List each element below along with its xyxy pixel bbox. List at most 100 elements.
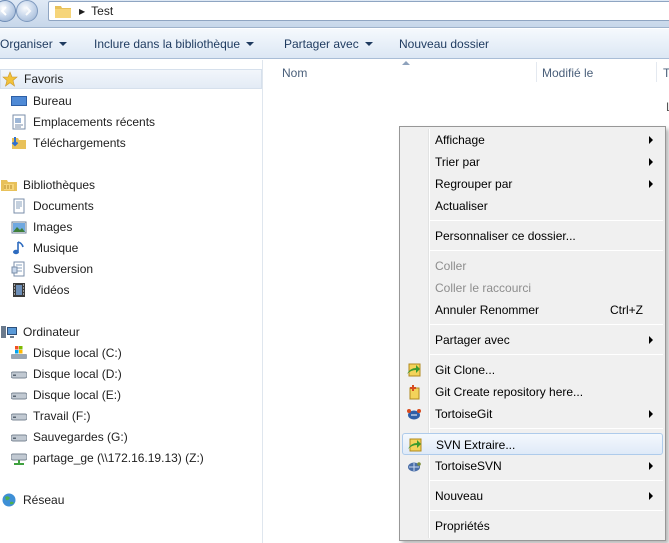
- network-drive-icon: [11, 453, 27, 465]
- organiser-label: Organiser: [0, 37, 53, 51]
- nav-item-subversion[interactable]: Subversion: [0, 259, 262, 279]
- menu-item-label: Coller le raccourci: [435, 281, 532, 295]
- menu-separator: [430, 428, 663, 429]
- forward-button[interactable]: [16, 0, 38, 22]
- nav-item-bibliotheques[interactable]: Bibliothèques: [0, 175, 262, 195]
- menu-separator: [430, 510, 663, 511]
- menu-item-annuler-renommer[interactable]: Annuler Renommer Ctrl+Z: [402, 299, 663, 321]
- menu-item-label: TortoiseSVN: [435, 459, 502, 473]
- nav-label: Réseau: [23, 493, 65, 507]
- menu-item-label: Trier par: [435, 155, 480, 169]
- menu-item-trier-par[interactable]: Trier par: [402, 151, 663, 173]
- menu-item-affichage[interactable]: Affichage: [402, 129, 663, 151]
- star-icon: [2, 71, 18, 87]
- menu-item-tortoisesvn[interactable]: TortoiseSVN: [402, 455, 663, 477]
- column-header-modified[interactable]: Modifié le: [542, 66, 593, 80]
- nav-item-sauvegardes[interactable]: Sauvegardes (G:): [0, 427, 262, 447]
- share-with-button[interactable]: Partager avec: [284, 37, 373, 51]
- menu-item-tortoisegit[interactable]: TortoiseGit: [402, 403, 663, 425]
- menu-item-personnaliser[interactable]: Personnaliser ce dossier...: [402, 225, 663, 247]
- menu-item-svn-extraire[interactable]: SVN Extraire...: [402, 433, 663, 455]
- menu-item-regrouper-par[interactable]: Regrouper par: [402, 173, 663, 195]
- nav-label: Emplacements récents: [33, 115, 156, 129]
- git-clone-icon: [407, 363, 421, 377]
- column-header-row: Nom Modifié le T: [264, 60, 669, 84]
- menu-item-label: Annuler Renommer: [435, 303, 540, 317]
- nav-item-favoris[interactable]: Favoris: [0, 69, 262, 89]
- nav-item-videos[interactable]: Vidéos: [0, 280, 262, 300]
- organiser-button[interactable]: Organiser: [0, 37, 67, 51]
- menu-item-git-create-repo[interactable]: Git Create repository here...: [402, 381, 663, 403]
- nav-label: Disque local (E:): [33, 388, 122, 402]
- nav-label: Bureau: [33, 94, 72, 108]
- menu-item-label: SVN Extraire...: [436, 438, 516, 452]
- column-divider[interactable]: [656, 62, 657, 82]
- menu-item-nouveau[interactable]: Nouveau: [402, 485, 663, 507]
- address-path-box[interactable]: ▶ Test: [48, 1, 669, 21]
- menu-item-shortcut: Ctrl+Z: [610, 303, 643, 317]
- menu-separator: [430, 250, 663, 251]
- nav-label: Téléchargements: [33, 136, 126, 150]
- menu-item-label: Actualiser: [435, 199, 488, 213]
- nav-item-bureau[interactable]: Bureau: [0, 91, 262, 111]
- column-header-type[interactable]: T: [663, 66, 669, 80]
- nav-item-documents[interactable]: Documents: [0, 196, 262, 216]
- nav-item-disque-e[interactable]: Disque local (E:): [0, 385, 262, 405]
- nav-item-partage-ge[interactable]: partage_ge (\\172.16.19.13) (Z:): [0, 448, 262, 468]
- new-folder-button[interactable]: Nouveau dossier: [399, 37, 489, 51]
- address-bar: ▶ Test: [0, 0, 669, 28]
- menu-item-label: Propriétés: [435, 519, 490, 533]
- nav-item-disque-c[interactable]: Disque local (C:): [0, 343, 262, 363]
- submenu-arrow-icon: [649, 410, 653, 418]
- nav-item-ordinateur[interactable]: Ordinateur: [0, 322, 262, 342]
- navigation-pane: Favoris Bureau Emplacements récents Télé…: [0, 60, 263, 543]
- hard-drive-icon: [11, 413, 27, 421]
- menu-item-proprietes[interactable]: Propriétés: [402, 515, 663, 537]
- hard-drive-icon: [11, 392, 27, 400]
- tortoisesvn-icon: [408, 462, 421, 472]
- back-button[interactable]: [0, 0, 16, 22]
- menu-item-label: Partager avec: [435, 333, 510, 347]
- menu-item-label: TortoiseGit: [435, 407, 493, 421]
- nav-item-images[interactable]: Images: [0, 217, 262, 237]
- column-divider[interactable]: [536, 62, 537, 82]
- nav-label: Sauvegardes (G:): [33, 430, 128, 444]
- nav-label: Subversion: [33, 262, 94, 276]
- menu-separator: [430, 220, 663, 221]
- include-library-button[interactable]: Inclure dans la bibliothèque: [94, 37, 255, 51]
- tortoisegit-icon: [407, 409, 421, 420]
- menu-item-git-clone[interactable]: Git Clone...: [402, 359, 663, 381]
- include-library-label: Inclure dans la bibliothèque: [94, 37, 241, 51]
- nav-item-emplacements-recents[interactable]: Emplacements récents: [0, 112, 262, 132]
- breadcrumb-current[interactable]: Test: [91, 4, 113, 18]
- nav-item-reseau[interactable]: Réseau: [0, 490, 262, 510]
- menu-item-label: Personnaliser ce dossier...: [435, 229, 576, 243]
- menu-item-partager-avec[interactable]: Partager avec: [402, 329, 663, 351]
- menu-separator: [430, 354, 663, 355]
- menu-item-actualiser[interactable]: Actualiser: [402, 195, 663, 217]
- libraries-icon: [1, 180, 17, 191]
- hard-drive-icon: [11, 434, 27, 442]
- nav-item-telechargements[interactable]: Téléchargements: [0, 133, 262, 153]
- nav-item-disque-d[interactable]: Disque local (D:): [0, 364, 262, 384]
- svn-checkout-icon: [408, 438, 422, 452]
- nav-label: partage_ge (\\172.16.19.13) (Z:): [33, 451, 204, 465]
- menu-separator: [430, 324, 663, 325]
- menu-separator: [430, 480, 663, 481]
- images-icon: [11, 221, 27, 234]
- nav-item-musique[interactable]: Musique: [0, 238, 262, 258]
- nav-label: Images: [33, 220, 73, 234]
- git-create-repo-icon: [409, 385, 420, 400]
- nav-item-travail[interactable]: Travail (F:): [0, 406, 262, 426]
- computer-icon: [1, 326, 17, 338]
- desktop-icon: [11, 96, 27, 106]
- library-document-icon: [11, 261, 25, 277]
- menu-item-coller-raccourci: Coller le raccourci: [402, 277, 663, 299]
- column-header-name[interactable]: Nom: [282, 66, 307, 80]
- chevron-right-icon[interactable]: ▶: [79, 7, 85, 16]
- share-with-label: Partager avec: [284, 37, 359, 51]
- folder-icon: [55, 5, 71, 18]
- menu-item-label: Coller: [435, 259, 467, 273]
- video-film-icon: [13, 283, 25, 297]
- nav-label: Ordinateur: [23, 325, 80, 339]
